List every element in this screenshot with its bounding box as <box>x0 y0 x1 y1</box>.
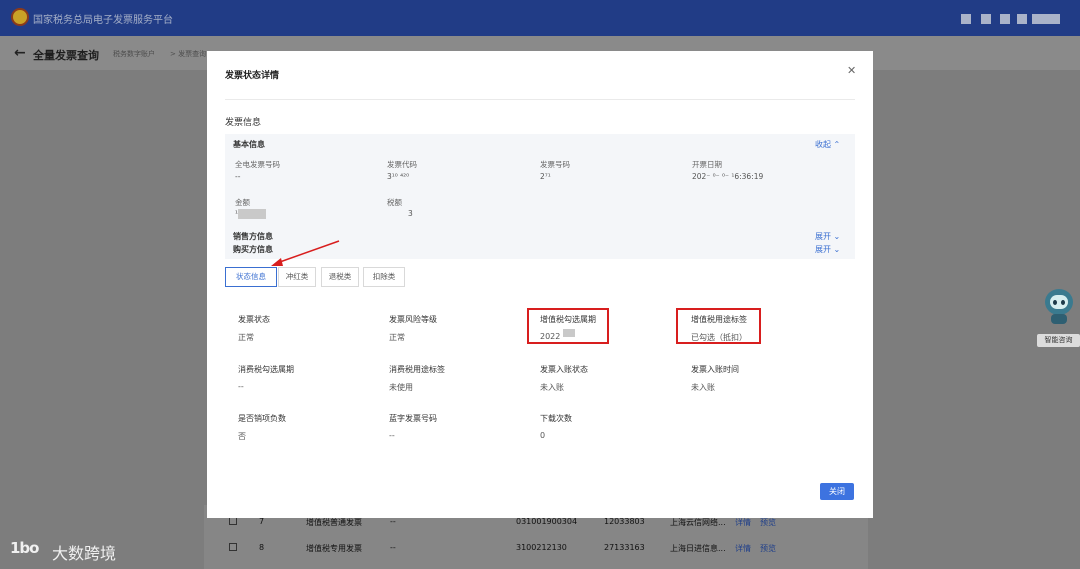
row-number: 27133163 <box>604 543 645 552</box>
status-value: 未入账 <box>691 383 715 392</box>
status-value: 未使用 <box>389 383 413 392</box>
tab-status[interactable]: 状态信息 <box>225 267 277 287</box>
row-index: 7 <box>259 517 265 526</box>
collapse-label: 收起 <box>815 140 831 149</box>
row-code: 3100212130 <box>516 543 567 552</box>
buyer-expand-toggle[interactable]: 展开 ⌄ <box>815 244 840 255</box>
chevron-down-icon: ⌄ <box>833 245 841 254</box>
watermark-logo: 1bo <box>10 539 40 557</box>
status-label: 发票状态 <box>238 315 270 324</box>
status-label: 发票风险等级 <box>389 315 437 324</box>
row-type: 增值税专用发票 <box>306 544 362 553</box>
collapse-toggle[interactable]: 收起 ⌃ <box>815 139 840 150</box>
chevron-down-icon: ⌄ <box>833 232 841 241</box>
highlight-box <box>527 308 609 344</box>
row-dash: -- <box>390 543 396 552</box>
field-value: 202⁻ ⁰⁻ ⁰⁻ ¹6:36:19 <box>692 172 764 181</box>
row-preview-link[interactable]: 预览 <box>760 517 776 528</box>
back-arrow-icon[interactable]: ← <box>14 45 26 61</box>
section-title: 发票信息 <box>225 118 262 128</box>
highlight-box <box>676 308 761 344</box>
masked-amount <box>238 209 266 219</box>
dialog-title: 发票状态详情 <box>225 71 280 81</box>
field-value: 3¹⁰ ⁴²⁰ <box>387 172 410 181</box>
field-value: 2⁷¹ <box>540 172 551 181</box>
status-label: 是否销项负数 <box>238 414 286 423</box>
page-title: 全量发票查询 <box>33 49 99 62</box>
status-label: 发票入账时间 <box>691 365 739 374</box>
invoice-status-dialog: 发票状态详情 ✕ 发票信息 基本信息 收起 ⌃ 全电发票号码 -- 发票代码 3… <box>207 51 873 518</box>
row-checkbox[interactable] <box>229 517 237 525</box>
status-label: 消费税用途标签 <box>389 365 445 374</box>
chevron-up-icon: ⌃ <box>833 140 841 149</box>
top-icon-3[interactable] <box>1000 14 1010 24</box>
tax-emblem-icon <box>11 8 29 26</box>
seller-expand-toggle[interactable]: 展开 ⌄ <box>815 231 840 242</box>
row-index: 8 <box>259 543 265 552</box>
table-row[interactable]: 8 增值税专用发票 -- 3100212130 27133163 上海日进信息.… <box>204 534 868 560</box>
tab-deduction[interactable]: 扣除类 <box>363 267 405 287</box>
top-icon-4[interactable] <box>1017 14 1027 24</box>
top-icon-1[interactable] <box>961 14 971 24</box>
field-value: -- <box>235 172 241 181</box>
field-label: 税额 <box>387 198 402 207</box>
status-label: 发票入账状态 <box>540 365 588 374</box>
breadcrumb-item[interactable]: > 发票查询 <box>170 49 206 59</box>
field-label: 发票代码 <box>387 160 417 169</box>
row-seller: 上海云信网络... <box>670 518 726 527</box>
platform-title: 国家税务总局电子发票服务平台 <box>33 15 173 26</box>
close-button[interactable]: 关闭 <box>820 483 854 500</box>
status-value: 否 <box>238 432 246 441</box>
annotation-arrow-icon <box>271 240 340 266</box>
watermark-text: 大数跨境 <box>52 544 117 563</box>
row-seller: 上海日进信息... <box>670 544 726 553</box>
status-value: 未入账 <box>540 383 564 392</box>
row-detail-link[interactable]: 详情 <box>735 517 751 528</box>
top-bar: 国家税务总局电子发票服务平台 <box>0 0 1080 36</box>
status-value: 正常 <box>238 333 254 342</box>
user-name-masked[interactable] <box>1032 14 1060 24</box>
top-icon-2[interactable] <box>981 14 991 24</box>
status-label: 蓝字发票号码 <box>389 414 437 423</box>
row-dash: -- <box>390 517 396 526</box>
status-label: 下载次数 <box>540 414 572 423</box>
status-label: 消费税勾选属期 <box>238 365 294 374</box>
row-code: 031001900304 <box>516 517 578 526</box>
close-icon[interactable]: ✕ <box>847 64 856 77</box>
breadcrumb-item[interactable]: 税务数字账户 <box>113 49 155 59</box>
row-preview-link[interactable]: 预览 <box>760 543 776 554</box>
field-label: 开票日期 <box>692 160 722 169</box>
row-checkbox[interactable] <box>229 543 237 551</box>
field-label: 金额 <box>235 198 250 207</box>
field-label: 发票号码 <box>540 160 570 169</box>
row-number: 12033803 <box>604 517 645 526</box>
status-value: -- <box>238 382 244 391</box>
status-value: 0 <box>540 431 546 440</box>
status-value: -- <box>389 431 395 440</box>
status-value: 正常 <box>389 333 405 342</box>
expand-label: 展开 <box>815 232 831 241</box>
assistant-robot-icon[interactable] <box>1041 287 1077 333</box>
divider <box>225 99 855 100</box>
field-value: 3 <box>408 209 413 218</box>
expand-label: 展开 <box>815 245 831 254</box>
tab-tax-refund[interactable]: 退税类 <box>321 267 359 287</box>
assistant-label[interactable]: 智能咨询 <box>1037 334 1080 347</box>
field-label: 全电发票号码 <box>235 160 280 169</box>
basic-info-head: 基本信息 <box>233 140 265 149</box>
tab-red-reversal[interactable]: 冲红类 <box>278 267 316 287</box>
row-type: 增值税普通发票 <box>306 518 362 527</box>
row-detail-link[interactable]: 详情 <box>735 543 751 554</box>
